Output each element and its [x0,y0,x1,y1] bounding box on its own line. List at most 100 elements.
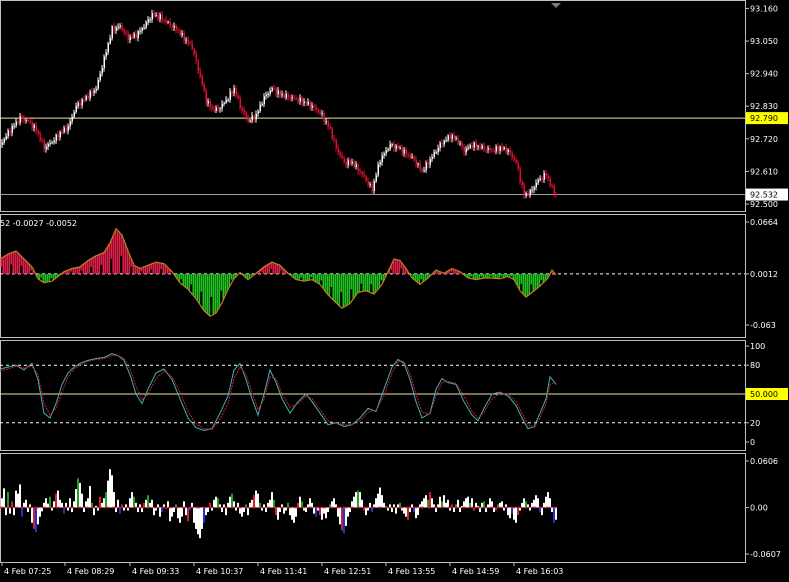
osc-bar [47,503,49,508]
macd-bar [188,273,191,291]
candle-body [21,116,23,119]
macd-bar [498,273,501,279]
osc-bar [443,495,445,508]
osc-bar [79,482,81,508]
candle-body [143,27,145,29]
macd-bar [354,273,357,297]
macd-bar [124,243,127,274]
osc-bar [323,507,325,514]
osc-bar [225,507,227,516]
macd-bar [214,273,217,314]
osc-bar [501,501,503,508]
macd-bar [372,273,375,294]
candle-body [11,126,13,133]
macd-bar [334,273,337,302]
candle-body [515,159,517,163]
candle-body [417,163,419,165]
candle-body [529,190,531,196]
macd-bar [306,273,309,281]
candle-body [29,120,31,123]
osc-bar [45,498,47,508]
osc-bar [341,507,343,531]
osc-bar [229,496,231,508]
candle-body [75,106,77,113]
osc-bar [243,507,245,513]
candle-body [9,130,11,133]
macd-bar [320,273,323,281]
osc-bar [57,490,59,508]
candle-body [13,125,15,127]
macd-bar [146,265,149,274]
candle-body [393,144,395,149]
macd-bar [200,273,203,292]
stoch-mid-label: 50.000 [750,390,778,399]
osc-bar [231,493,233,508]
price-tick-label: 92.830 [750,102,778,111]
candle-body [453,135,455,139]
candle-body [441,143,443,145]
candle-body [69,121,71,126]
osc-bar [291,507,293,520]
osc-bar [301,501,303,508]
osc-bar [411,504,413,508]
candle-body [373,181,375,191]
osc-bar [547,492,549,508]
macd-bar [304,273,307,282]
candle-body [353,161,355,167]
macd-bar [420,273,423,280]
candle-body [347,160,349,165]
candle-body [471,145,473,148]
osc-bar [537,498,539,508]
osc-bar [337,507,339,517]
osc-bar [389,504,391,508]
osc-bar [107,480,109,508]
candle-body [289,97,291,99]
candle-body [439,143,441,148]
osc-bar [251,499,253,508]
osc-bar [207,507,209,513]
time-tick-label: 4 Feb 13:55 [388,567,435,576]
candle-body [27,120,29,122]
osc-bar [295,507,297,517]
macd-bar [480,273,483,277]
candle-body [65,127,67,131]
macd-bar [104,250,107,274]
candle-body [247,117,249,122]
candle-body [271,88,273,91]
osc-bar [285,507,287,511]
osc-bar [453,507,455,513]
macd-bar [300,273,303,278]
osc-bar [37,507,39,525]
candle-body [153,12,155,16]
macd-bar [374,273,377,293]
candle-body [141,28,143,31]
osc-bar [55,493,57,508]
osc-bar [423,498,425,508]
candle-body [243,110,245,113]
osc-bar [3,488,5,508]
macd-bar [316,273,319,283]
macd-bar [218,273,221,308]
candle-body [419,163,421,170]
macd-bar [302,273,305,282]
macd-bar [12,252,15,274]
macd-bar [352,273,355,300]
osc-bar [357,490,359,508]
macd-bar [328,273,331,296]
candle-body [201,76,203,85]
candle-body [291,97,293,99]
candle-body [499,146,501,151]
candle-body [301,97,303,104]
candle-body [489,148,491,151]
osc-bar [133,496,135,508]
candle-body [161,14,163,21]
candle-body [53,140,55,143]
macd-bar [324,273,327,291]
macd-bar [326,273,329,294]
osc-bar [119,507,121,514]
candle-body [197,60,199,71]
macd-bar [364,273,367,291]
macd-bar [46,273,49,283]
candle-body [263,96,265,105]
osc-bar [465,498,467,508]
